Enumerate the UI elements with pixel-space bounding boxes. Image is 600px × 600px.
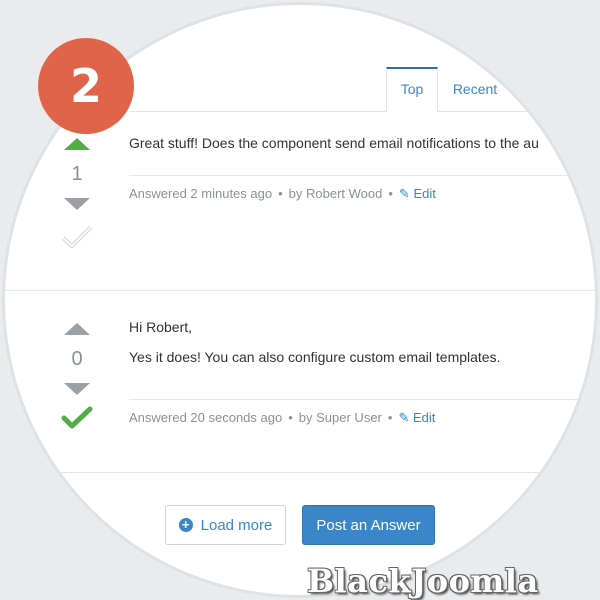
tab-top[interactable]: Top (386, 67, 438, 112)
accepted-check-icon[interactable] (60, 405, 94, 431)
answer-author: by Super User (298, 410, 382, 425)
edit-label: Edit (412, 410, 436, 425)
load-more-button[interactable]: + Load more (165, 505, 286, 545)
vote-count: 1 (71, 163, 83, 185)
separator-dot: • (278, 186, 283, 201)
vote-count: 0 (71, 348, 83, 370)
watermark-logo: BlackJoomla (307, 562, 539, 600)
edit-icon: ✎ (398, 186, 410, 201)
post-answer-button[interactable]: Post an Answer (302, 505, 435, 545)
step-badge: 2 (38, 38, 134, 134)
downvote-arrow-icon[interactable] (64, 198, 90, 210)
edit-icon: ✎ (398, 410, 410, 425)
tabs-divider (130, 111, 595, 112)
answered-time: Answered 2 minutes ago (129, 186, 273, 201)
plus-circle-icon: + (178, 518, 193, 532)
accept-check-icon[interactable] (60, 224, 94, 250)
upvote-arrow-icon[interactable] (64, 323, 90, 335)
vote-widget: 0 (57, 323, 97, 431)
divider (129, 399, 595, 400)
tab-recent[interactable]: Recent (445, 67, 505, 111)
answer-separator (5, 290, 595, 291)
divider (129, 175, 595, 176)
downvote-arrow-icon[interactable] (64, 383, 90, 395)
separator-dot: • (388, 186, 393, 201)
separator-dot: • (288, 410, 293, 425)
answer-meta: Answered 20 seconds ago • by Super User • ✎ … (129, 410, 435, 426)
edit-link[interactable]: ✎ Edit (398, 410, 435, 425)
answered-time: Answered 20 seconds ago (129, 410, 283, 425)
answer-text: Hi Robert, (129, 319, 193, 335)
answer-text: Yes it does! You can also configure cust… (129, 349, 501, 365)
answer-meta: Answered 2 minutes ago • by Robert Wood • ✎ … (129, 186, 436, 202)
separator-dot: • (387, 410, 393, 425)
answer-author: by Robert Wood (288, 186, 383, 201)
list-end-separator (5, 472, 595, 473)
vote-widget: 1 (57, 138, 97, 250)
edit-label: Edit (413, 186, 436, 201)
load-more-label: Load more (200, 516, 273, 534)
edit-link[interactable]: ✎ Edit (399, 186, 436, 201)
upvote-arrow-icon[interactable] (64, 138, 90, 150)
answer-text: Great stuff! Does the component send ema… (129, 135, 539, 151)
